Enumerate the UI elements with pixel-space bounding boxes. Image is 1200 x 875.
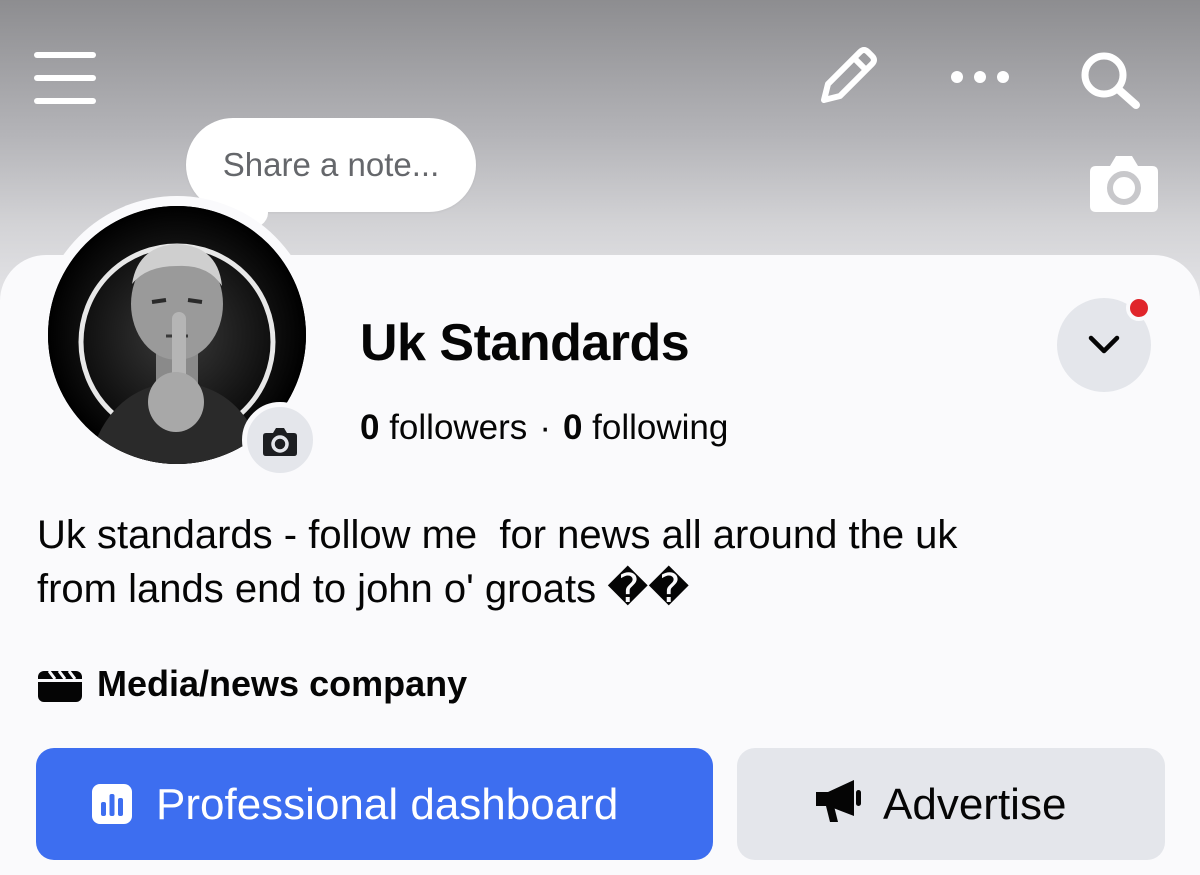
advertise-label: Advertise xyxy=(883,780,1067,829)
notification-dot xyxy=(1126,295,1152,321)
followers-label: followers xyxy=(389,408,528,447)
stats-separator: · xyxy=(539,408,551,447)
following-label: following xyxy=(592,408,729,447)
share-note-text: Share a note... xyxy=(222,146,440,183)
camera-icon xyxy=(263,428,297,456)
follow-stats: 0 followers · 0 following xyxy=(360,408,728,448)
advertise-button[interactable]: Advertise xyxy=(737,748,1165,860)
share-note-bubble[interactable]: Share a note... xyxy=(186,118,476,212)
page-bio: Uk standards - follow me for news all ar… xyxy=(37,508,1157,616)
cover-camera-icon[interactable] xyxy=(1088,152,1160,214)
following-link[interactable]: 0 following xyxy=(563,408,728,447)
page-category: Media/news company xyxy=(97,663,468,704)
page-title: Uk Standards xyxy=(360,314,690,372)
bar-chart-icon xyxy=(92,784,132,824)
menu-icon[interactable] xyxy=(34,50,96,106)
clapperboard-icon xyxy=(38,670,82,702)
more-icon[interactable] xyxy=(950,70,1010,84)
followers-count: 0 xyxy=(360,408,380,447)
professional-dashboard-label: Professional dashboard xyxy=(156,780,619,829)
bio-line-1: Uk standards - follow me for news all ar… xyxy=(37,513,958,557)
search-icon[interactable] xyxy=(1078,50,1142,110)
bio-line-2: from lands end to john o' groats �� xyxy=(37,567,690,611)
chevron-down-icon xyxy=(1088,335,1120,354)
followers-link[interactable]: 0 followers xyxy=(360,408,527,447)
megaphone-icon xyxy=(816,780,861,822)
following-count: 0 xyxy=(562,408,583,447)
avatar-camera-button[interactable] xyxy=(242,402,318,478)
professional-dashboard-button[interactable]: Professional dashboard xyxy=(36,748,713,860)
pencil-icon[interactable] xyxy=(814,44,880,110)
